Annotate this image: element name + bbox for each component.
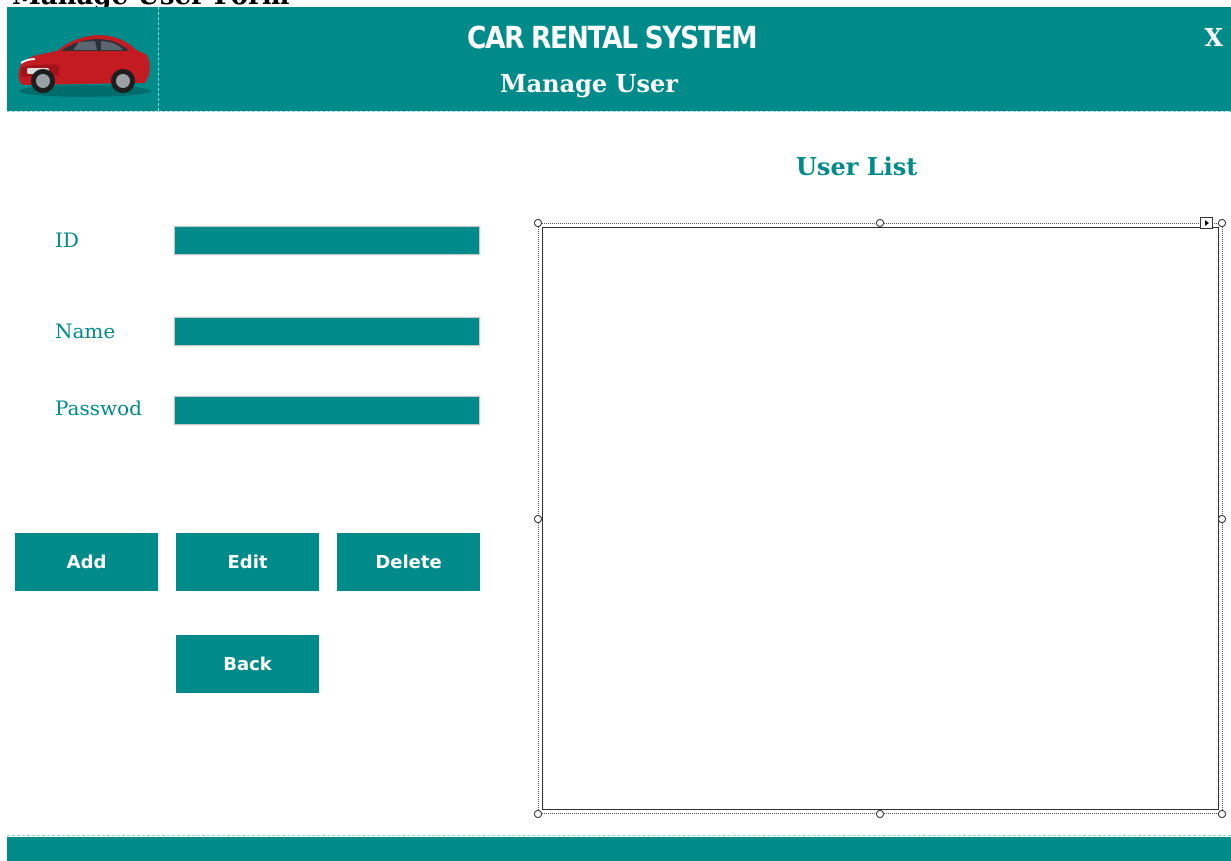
user-list-grid[interactable] <box>542 227 1219 810</box>
delete-button[interactable]: Delete <box>337 533 480 591</box>
footer-bar <box>7 837 1231 861</box>
resize-handle-top-left[interactable] <box>534 219 542 227</box>
user-list-title: User List <box>796 152 918 181</box>
name-input[interactable] <box>173 316 481 347</box>
resize-handle-top-right[interactable] <box>1218 219 1226 227</box>
header-bar: CAR RENTAL SYSTEM Manage User X <box>7 7 1231 111</box>
id-input[interactable] <box>173 225 481 256</box>
password-label: Passwod <box>55 396 142 420</box>
manage-user-window: Manage User Form CAR RENTAL SYSTEM Manag… <box>0 0 1231 861</box>
logo-panel <box>7 7 159 111</box>
page-title: Manage User <box>500 69 678 98</box>
password-input[interactable] <box>173 395 481 426</box>
id-label: ID <box>55 228 79 252</box>
resize-handle-left[interactable] <box>534 515 542 523</box>
resize-handle-top[interactable] <box>876 219 884 227</box>
edit-button[interactable]: Edit <box>176 533 319 591</box>
footer-divider <box>7 835 1231 836</box>
resize-handle-bottom[interactable] <box>876 810 884 818</box>
resize-handle-bottom-right[interactable] <box>1218 810 1226 818</box>
name-label: Name <box>55 319 116 343</box>
header-divider <box>7 111 1231 112</box>
back-button[interactable]: Back <box>176 635 319 693</box>
close-button[interactable]: X <box>1204 23 1223 52</box>
resize-handle-bottom-left[interactable] <box>534 810 542 818</box>
resize-handle-right[interactable] <box>1218 515 1226 523</box>
car-logo-icon <box>18 35 151 97</box>
app-title: CAR RENTAL SYSTEM <box>467 21 758 56</box>
smart-tag-arrow-icon[interactable] <box>1200 217 1213 229</box>
add-button[interactable]: Add <box>15 533 158 591</box>
